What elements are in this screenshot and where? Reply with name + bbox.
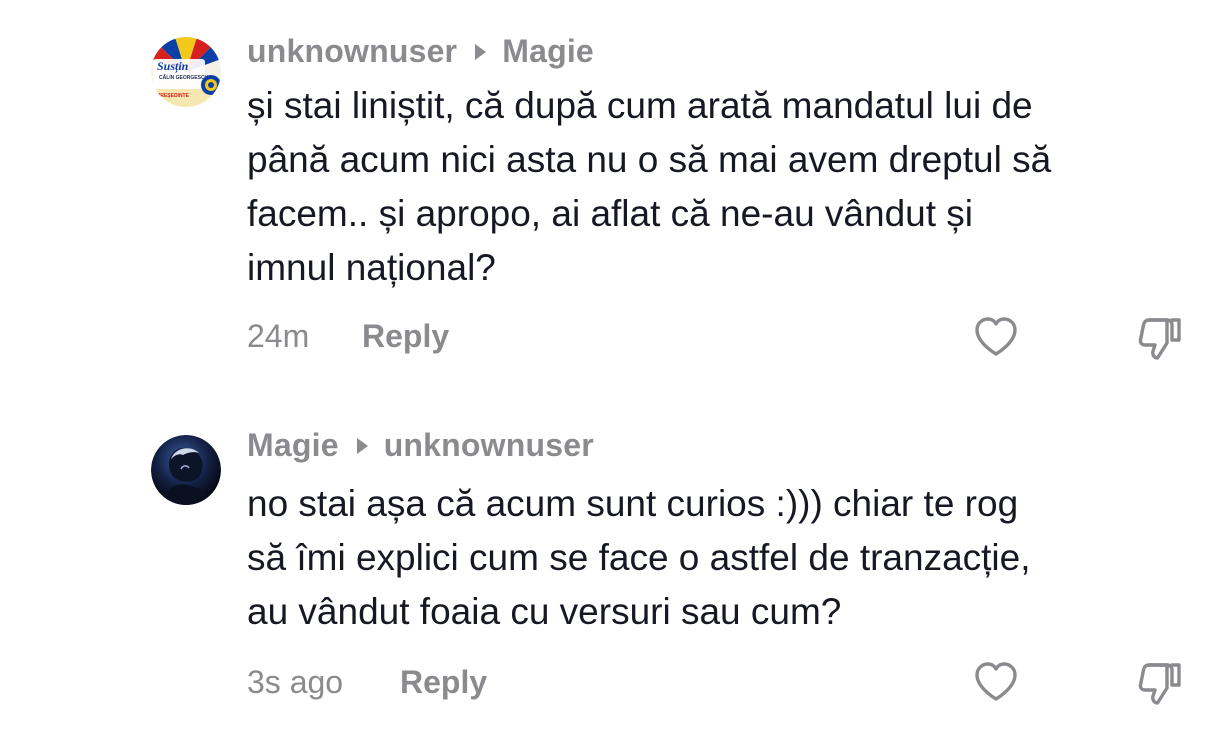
comment-timestamp: 24m	[247, 318, 310, 354]
svg-text:Susțin: Susțin	[157, 59, 189, 74]
reply-to-name[interactable]: Magie	[502, 33, 594, 70]
reply-button[interactable]: Reply	[400, 664, 487, 701]
comment-text: no stai așa că acum sunt curios :))) chi…	[247, 483, 1031, 632]
svg-text:PREȘEDINTE: PREȘEDINTE	[157, 93, 190, 99]
heart-icon[interactable]	[972, 313, 1020, 361]
comment-text: și stai liniștit, că după cum arată mand…	[247, 85, 1052, 288]
heart-icon[interactable]	[972, 658, 1020, 706]
reply-to-name[interactable]: unknownuser	[384, 427, 594, 464]
comment-timestamp: 3s ago	[247, 664, 344, 700]
author-name[interactable]: unknownuser	[247, 33, 457, 70]
thumbs-down-icon[interactable]	[1135, 658, 1183, 706]
comment-header: Magie unknownuser	[247, 427, 594, 464]
avatar-photo	[151, 435, 221, 505]
avatar[interactable]: Susțin CĂLIN GEORGESCU PREȘEDINTE	[151, 37, 221, 107]
comment-item: Susțin CĂLIN GEORGESCU PREȘEDINTE unknow…	[0, 0, 1220, 380]
reply-arrow-icon	[356, 437, 368, 454]
svg-text:CĂLIN GEORGESCU: CĂLIN GEORGESCU	[159, 74, 209, 81]
reply-button[interactable]: Reply	[362, 318, 449, 355]
avatar[interactable]	[151, 435, 221, 505]
comment-header: unknownuser Magie	[247, 33, 594, 70]
reply-arrow-icon	[475, 43, 487, 60]
avatar-campaign-badge: Susțin CĂLIN GEORGESCU PREȘEDINTE	[151, 37, 221, 107]
comment-item: Magie unknownuser no stai așa că acum su…	[0, 395, 1220, 745]
author-name[interactable]: Magie	[247, 427, 339, 464]
thumbs-down-icon[interactable]	[1135, 313, 1183, 361]
